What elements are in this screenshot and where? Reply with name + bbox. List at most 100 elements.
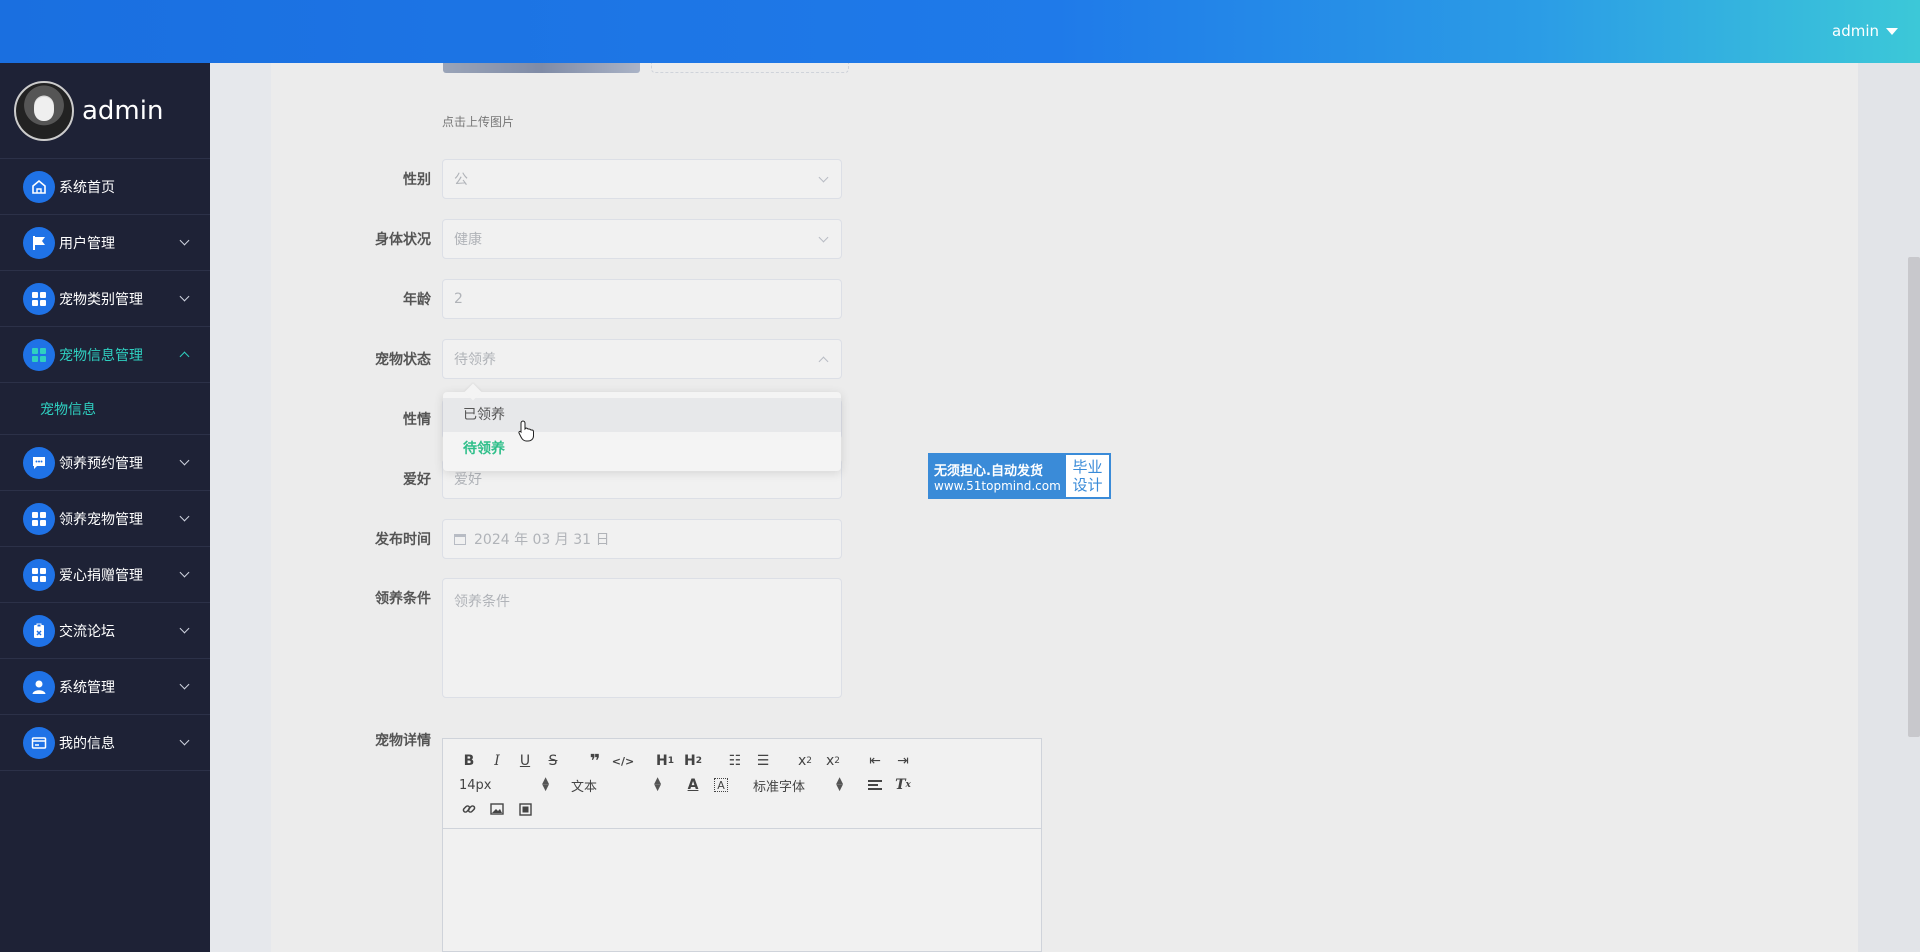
form-panel: 点击上传图片 性别 公 身体状况 健康 年龄 2 宠物状态 待领养 性情 爱好 xyxy=(271,63,1858,952)
status-select[interactable]: 待领养 xyxy=(442,339,842,379)
upload-dropzone[interactable] xyxy=(651,63,849,73)
chevron-down-icon xyxy=(179,235,190,246)
chevron-down-icon xyxy=(179,455,190,466)
text-color-icon[interactable]: A xyxy=(679,774,707,796)
sidebar-item-donation[interactable]: 爱心捐赠管理 xyxy=(0,547,210,603)
sidebar-item-home[interactable]: 系统首页 xyxy=(0,159,210,215)
sidebar-item-pet-category[interactable]: 宠物类别管理 xyxy=(0,271,210,327)
chevron-down-icon xyxy=(179,511,190,522)
h1-button[interactable]: H1 xyxy=(651,750,679,772)
temper-label: 性情 xyxy=(403,412,431,428)
sidebar-item-label: 宠物类别管理 xyxy=(59,291,143,308)
status-label: 宠物状态 xyxy=(375,352,431,368)
watermark-right1: 毕业 xyxy=(1072,458,1103,476)
ordered-list-icon[interactable]: ☷ xyxy=(721,750,749,772)
gender-select[interactable]: 公 xyxy=(442,159,842,199)
strike-button[interactable]: S xyxy=(539,750,567,772)
code-button[interactable]: </> xyxy=(609,750,637,772)
grid-icon xyxy=(23,502,55,535)
card-icon xyxy=(23,726,55,759)
font-family-select[interactable]: 标准字体 ▲ ▼ xyxy=(749,774,847,796)
clear-format-icon[interactable]: Tx xyxy=(889,774,917,796)
font-size-select[interactable]: 14px ▲ ▼ xyxy=(455,774,553,796)
chevron-up-icon xyxy=(818,356,829,367)
link-icon[interactable] xyxy=(455,798,483,820)
bullet-list-icon[interactable]: ☰ xyxy=(749,750,777,772)
h2-button[interactable]: H2 xyxy=(679,750,707,772)
sidebar-item-label: 爱心捐赠管理 xyxy=(59,567,143,584)
health-select[interactable]: 健康 xyxy=(442,219,842,259)
publish-time-picker[interactable]: 2024 年 03 月 31 日 xyxy=(442,519,842,559)
uploaded-image-thumbnail[interactable] xyxy=(443,63,640,73)
hand-cursor-icon xyxy=(518,420,534,442)
grid-icon xyxy=(23,338,55,371)
sidebar-item-adoption-booking[interactable]: 领养预约管理 xyxy=(0,435,210,491)
chevron-down-icon xyxy=(179,623,190,634)
watermark-badge: 无须担心.自动发货 www.51topmind.com 毕业 设计 xyxy=(928,453,1111,499)
outdent-icon[interactable]: ⇤ xyxy=(861,750,889,772)
sidebar-item-users[interactable]: 用户管理 xyxy=(0,215,210,271)
subscript-button[interactable]: x2 xyxy=(791,750,819,772)
sidebar-item-label: 我的信息 xyxy=(59,735,115,752)
watermark-line1: 无须担心.自动发货 xyxy=(934,463,1043,479)
health-label: 身体状况 xyxy=(375,232,431,248)
clipboard-icon xyxy=(23,614,55,647)
age-label: 年龄 xyxy=(403,292,431,308)
scrollbar-track[interactable] xyxy=(1858,63,1920,952)
sidebar-item-label: 系统管理 xyxy=(59,679,115,696)
sidebar-item-forum[interactable]: 交流论坛 xyxy=(0,603,210,659)
up-down-icon: ▲ ▼ xyxy=(542,776,549,793)
superscript-button[interactable]: x2 xyxy=(819,750,847,772)
flag-icon xyxy=(23,226,55,259)
toolbar-row: B I U S ❞ </> H1 H2 ☷ ☰ x2 x2 ⇤ ⇥ xyxy=(455,749,1029,773)
sidebar-item-label: 系统首页 xyxy=(59,179,115,196)
top-bar: admin xyxy=(0,0,1920,63)
grid-icon xyxy=(23,558,55,591)
image-icon[interactable] xyxy=(483,798,511,820)
toolbar-row xyxy=(455,797,1029,821)
status-placeholder: 待领养 xyxy=(454,352,496,368)
chevron-down-icon xyxy=(818,172,829,183)
hobby-label: 爱好 xyxy=(403,472,431,488)
font-size-value: 14px xyxy=(459,777,492,793)
conditions-placeholder: 领养条件 xyxy=(454,594,510,610)
status-option-adopted[interactable]: 已领养 xyxy=(443,398,841,432)
up-down-icon: ▲ ▼ xyxy=(836,776,843,793)
editor-toolbar: B I U S ❞ </> H1 H2 ☷ ☰ x2 x2 ⇤ ⇥ 14px ▲… xyxy=(443,739,1041,829)
user-menu[interactable]: admin xyxy=(1832,22,1898,40)
upload-hint: 点击上传图片 xyxy=(442,115,515,129)
paragraph-select[interactable]: 文本 ▲ ▼ xyxy=(567,774,665,796)
watermark-right: 毕业 设计 xyxy=(1066,455,1109,497)
status-dropdown: 已领养 待领养 xyxy=(443,383,841,471)
conditions-textarea[interactable]: 领养条件 xyxy=(442,578,842,698)
align-icon[interactable] xyxy=(861,774,889,796)
status-option-pending[interactable]: 待领养 xyxy=(443,432,841,466)
publish-time-value: 2024 年 03 月 31 日 xyxy=(474,532,610,548)
background-color-icon[interactable]: A xyxy=(714,778,728,792)
sidebar-item-adopted-pets[interactable]: 领养宠物管理 xyxy=(0,491,210,547)
watermark-line2: www.51topmind.com xyxy=(934,478,1061,493)
chat-icon xyxy=(23,446,55,479)
sidebar: admin 系统首页 用户管理 宠物类别管理 宠物信息管理 宠物信息 领养预约管… xyxy=(0,63,210,952)
video-icon[interactable] xyxy=(511,798,539,820)
sidebar-item-label: 领养宠物管理 xyxy=(59,511,143,528)
main-content: 点击上传图片 性别 公 身体状况 健康 年龄 2 宠物状态 待领养 性情 爱好 xyxy=(210,63,1920,952)
sidebar-profile: admin xyxy=(0,63,210,159)
chevron-down-icon xyxy=(179,679,190,690)
quote-button[interactable]: ❞ xyxy=(581,750,609,772)
indent-icon[interactable]: ⇥ xyxy=(889,750,917,772)
scrollbar-thumb[interactable] xyxy=(1908,257,1920,737)
caret-down-icon xyxy=(1886,27,1898,35)
sidebar-item-label: 用户管理 xyxy=(59,235,115,252)
publish-time-label: 发布时间 xyxy=(375,532,431,548)
age-input[interactable]: 2 xyxy=(442,279,842,319)
italic-button[interactable]: I xyxy=(483,750,511,772)
conditions-label: 领养条件 xyxy=(375,591,431,607)
sidebar-item-system[interactable]: 系统管理 xyxy=(0,659,210,715)
underline-button[interactable]: U xyxy=(511,750,539,772)
sidebar-item-pet-info[interactable]: 宠物信息管理 xyxy=(0,327,210,383)
rich-text-editor: B I U S ❞ </> H1 H2 ☷ ☰ x2 x2 ⇤ ⇥ 14px ▲… xyxy=(442,738,1042,952)
sidebar-item-my-info[interactable]: 我的信息 xyxy=(0,715,210,771)
bold-button[interactable]: B xyxy=(455,750,483,772)
sidebar-subitem-pet-info[interactable]: 宠物信息 xyxy=(0,383,210,435)
